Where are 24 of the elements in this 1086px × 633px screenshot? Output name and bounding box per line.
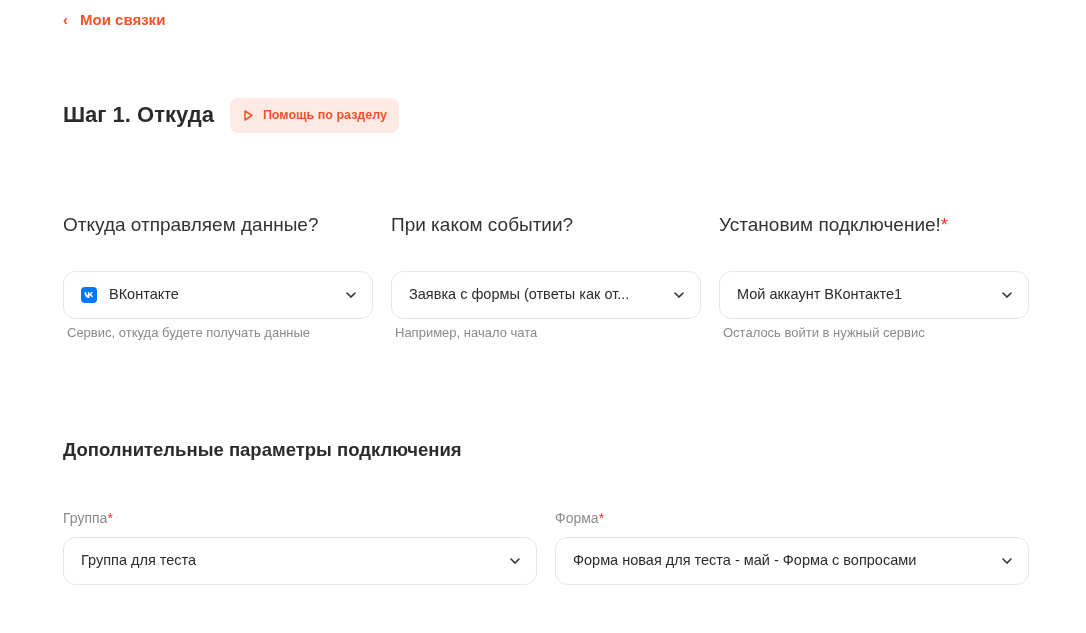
question-label: При каком событии? (391, 212, 575, 237)
chevron-down-icon (346, 292, 356, 299)
select-field[interactable]: Группа для теста (63, 536, 537, 585)
back-link[interactable]: ‹ Мои связки (63, 9, 166, 32)
chevron-down-icon (674, 292, 684, 299)
chevron-down-icon (1002, 292, 1012, 299)
section-title: Дополнительные параметры подключения (63, 438, 463, 461)
hint-text: Осталось войти в нужный сервис (723, 324, 926, 343)
select-field[interactable]: Мой аккаунт ВКонтакте1 (719, 271, 1029, 320)
question-label: Установим подключение!* (719, 212, 950, 237)
select-field[interactable]: Заявка с формы (ответы как от... (391, 271, 701, 320)
play-icon (243, 109, 253, 121)
chevron-down-icon (510, 557, 520, 564)
vk-logo-icon (81, 287, 97, 304)
back-arrow-icon: ‹ (63, 9, 68, 32)
chevron-down-icon (1002, 557, 1012, 564)
question-label: Откуда отправляем данные? (63, 212, 320, 237)
field-label: Форма* (555, 508, 606, 528)
hint-text: Например, начало чата (395, 324, 539, 343)
field-label: Группа* (63, 508, 114, 528)
select-field[interactable]: Форма новая для теста - май - Форма с вопросами (555, 536, 1029, 585)
hint-text: Сервис, откуда будете получать данные (67, 324, 312, 343)
select-field[interactable]: ВКонтакте (63, 271, 373, 320)
step-title: Шаг 1. Откуда (63, 102, 214, 129)
